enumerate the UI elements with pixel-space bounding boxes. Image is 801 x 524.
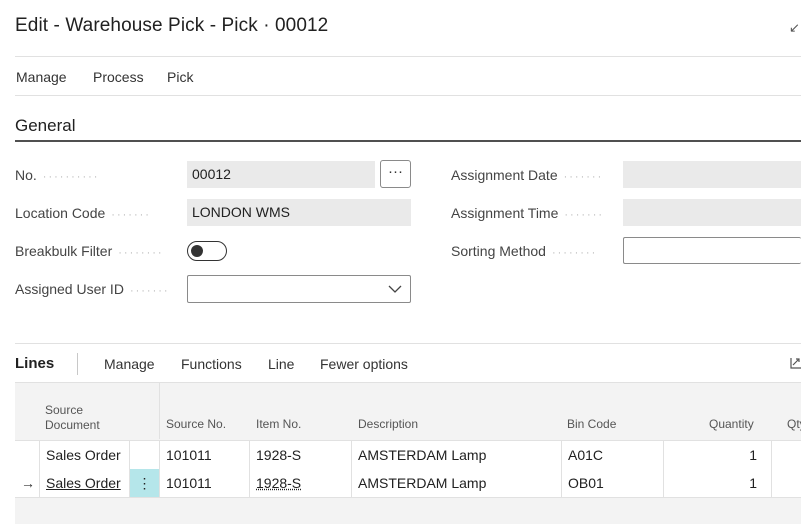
location-code-field[interactable]: LONDON WMS <box>187 199 411 226</box>
column-divider <box>39 440 40 497</box>
header-divider <box>159 383 160 439</box>
cell-description[interactable]: AMSTERDAM Lamp <box>358 441 486 469</box>
location-code-label: Location Code ······· <box>15 205 151 221</box>
divider <box>15 95 801 96</box>
collapse-arrow-icon[interactable]: ↙ <box>789 20 800 36</box>
header-qty-partial[interactable]: Qty <box>787 417 801 431</box>
cell-source-no[interactable]: 101011 <box>166 469 212 497</box>
cell-item-no[interactable]: 1928-S <box>256 441 301 469</box>
header-source-document-1[interactable]: Source <box>45 403 83 417</box>
assigned-user-id-label: Assigned User ID ······· <box>15 281 170 297</box>
column-divider <box>159 440 160 497</box>
toggle-knob <box>191 245 203 257</box>
column-divider <box>663 440 664 497</box>
action-pick[interactable]: Pick <box>167 69 193 85</box>
assignment-time-label: Assignment Time ······· <box>451 205 605 221</box>
cell-quantity[interactable]: 1 <box>675 469 757 497</box>
share-icon[interactable] <box>790 355 801 374</box>
cell-source-document-link[interactable]: Sales Order <box>46 469 121 497</box>
cell-bin-code[interactable]: OB01 <box>568 469 604 497</box>
column-divider <box>561 440 562 497</box>
chevron-down-icon <box>388 276 402 312</box>
cell-source-no[interactable]: 101011 <box>166 441 212 469</box>
column-divider <box>771 440 772 497</box>
cell-item-no[interactable]: 1928-S <box>256 469 301 497</box>
divider <box>15 343 801 344</box>
row-indicator-arrow-icon: → <box>21 475 35 491</box>
assignment-date-label: Assignment Date ······· <box>451 167 604 183</box>
action-manage[interactable]: Manage <box>16 69 67 85</box>
column-divider <box>249 440 250 497</box>
assigned-user-id-select[interactable] <box>187 275 411 303</box>
lines-title[interactable]: Lines <box>15 355 54 372</box>
page-title: Edit - Warehouse Pick - Pick · 00012 <box>15 15 329 36</box>
assignment-time-field[interactable] <box>623 199 801 226</box>
lines-action-line[interactable]: Line <box>268 356 294 372</box>
assignment-date-field[interactable] <box>623 161 801 188</box>
row-menu-icon[interactable]: ⋮ <box>130 469 159 497</box>
no-label: No. ·········· <box>15 167 100 183</box>
breakbulk-filter-label: Breakbulk Filter ········ <box>15 243 164 259</box>
divider <box>15 56 801 57</box>
section-underline <box>15 140 801 142</box>
sorting-method-select[interactable] <box>623 237 801 264</box>
sorting-method-label: Sorting Method ········ <box>451 243 598 259</box>
header-item-no[interactable]: Item No. <box>256 417 301 431</box>
action-process[interactable]: Process <box>93 69 144 85</box>
header-source-no[interactable]: Source No. <box>166 417 226 431</box>
header-description[interactable]: Description <box>358 417 418 431</box>
lines-action-functions[interactable]: Functions <box>181 356 242 372</box>
table-row[interactable]: Sales Order 101011 1928-S AMSTERDAM Lamp… <box>15 440 801 470</box>
section-title-general[interactable]: General <box>15 116 75 136</box>
header-source-document-2[interactable]: Document <box>45 418 100 432</box>
breakbulk-filter-toggle[interactable] <box>187 241 227 261</box>
column-divider <box>129 440 130 497</box>
cell-source-document[interactable]: Sales Order <box>46 441 121 469</box>
cell-bin-code[interactable]: A01C <box>568 441 603 469</box>
header-bin-code[interactable]: Bin Code <box>567 417 616 431</box>
header-quantity[interactable]: Quantity <box>709 417 754 431</box>
table-row-selected[interactable]: → Sales Order ⋮ 101011 1928-S AMSTERDAM … <box>15 469 801 498</box>
lines-action-manage[interactable]: Manage <box>104 356 155 372</box>
cell-description[interactable]: AMSTERDAM Lamp <box>358 469 486 497</box>
column-divider <box>351 440 352 497</box>
no-assist-button[interactable]: ··· <box>380 160 411 188</box>
lines-separator <box>77 353 78 375</box>
lines-action-fewer-options[interactable]: Fewer options <box>320 356 408 372</box>
no-field[interactable]: 00012 <box>187 161 375 188</box>
cell-quantity[interactable]: 1 <box>675 441 757 469</box>
